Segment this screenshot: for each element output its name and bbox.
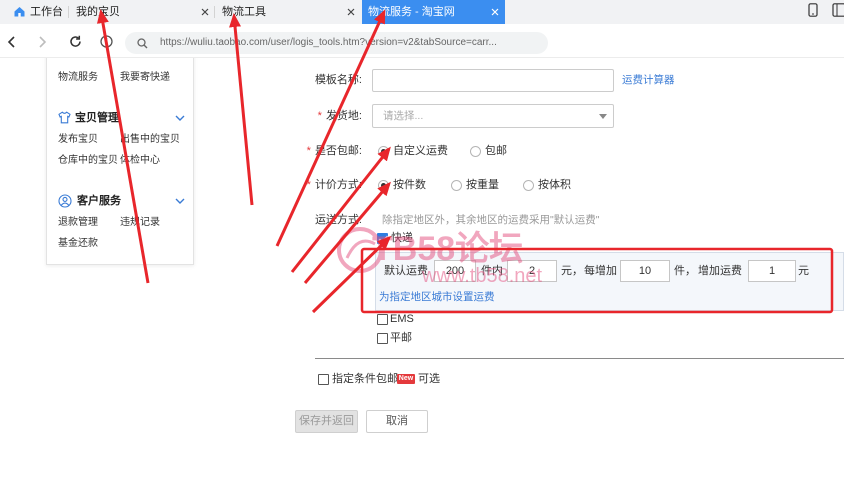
user-circle-icon bbox=[58, 194, 72, 208]
refresh-icon[interactable] bbox=[69, 35, 82, 48]
region-fee-link[interactable]: 为指定地区城市设置运费 bbox=[379, 290, 495, 304]
required-mark: * bbox=[306, 145, 311, 157]
default-fee-panel: 默认运费 件内 元， 每增加 件， 增加运费 元 为指定地区城市设置运费 bbox=[375, 252, 844, 311]
checkbox-conditional-free[interactable] bbox=[318, 374, 329, 385]
checkbox-surface-mail[interactable] bbox=[377, 333, 388, 344]
add-fee-unit: 元 bbox=[798, 265, 809, 277]
radio-label[interactable]: 包邮 bbox=[485, 143, 507, 159]
sidebar-item-on-sale[interactable]: 出售中的宝贝 bbox=[120, 133, 180, 147]
search-icon bbox=[137, 38, 148, 49]
label-text: 模板名称: bbox=[314, 74, 362, 86]
optional-suffix: 可选 bbox=[418, 373, 440, 385]
tab-separator bbox=[214, 6, 215, 18]
delivery-method-label: 运送方式: bbox=[262, 212, 362, 228]
radio-label[interactable]: 按件数 bbox=[393, 177, 426, 193]
address-bar[interactable]: https://wuliu.taobao.com/user/logis_tool… bbox=[125, 32, 548, 54]
tab-label: 物流工具 bbox=[222, 6, 266, 18]
section-divider bbox=[315, 358, 844, 359]
label-text: 发货地: bbox=[325, 110, 362, 122]
tab-workbench[interactable]: 工作台 bbox=[10, 0, 66, 24]
tab-label: 物流服务 - 淘宝网 bbox=[368, 6, 455, 18]
sidebar-item-send-express[interactable]: 我要寄快递 bbox=[120, 71, 170, 85]
radio-label[interactable]: 自定义运费 bbox=[393, 143, 448, 159]
add-qty-unit: 件， bbox=[674, 265, 696, 277]
sidebar-item-fund-repayment[interactable]: 基金还款 bbox=[58, 237, 98, 251]
sidebar-section-items-title[interactable]: 宝贝管理 bbox=[75, 111, 119, 125]
radio-custom-fee[interactable] bbox=[378, 146, 389, 157]
sidebar-item-warehouse[interactable]: 仓库中的宝贝 bbox=[58, 154, 118, 168]
save-and-return-button[interactable]: 保存并返回 bbox=[295, 410, 358, 433]
watermark-logo-swirl bbox=[345, 239, 376, 259]
first-qty-input[interactable] bbox=[434, 260, 476, 282]
sidebar-item-health-check[interactable]: 体检中心 bbox=[120, 154, 160, 168]
template-name-label: 模板名称: bbox=[262, 72, 362, 88]
ship-from-label: * 发货地: bbox=[262, 108, 362, 124]
select-placeholder: 请选择... bbox=[383, 110, 424, 122]
add-fee-input[interactable] bbox=[748, 260, 796, 282]
template-name-input[interactable] bbox=[372, 69, 614, 92]
tab-label: 工作台 bbox=[30, 6, 63, 18]
required-mark: * bbox=[306, 179, 311, 191]
first-fee-unit: 元， bbox=[561, 265, 583, 277]
required-mark: * bbox=[317, 110, 322, 122]
checkbox-express[interactable] bbox=[377, 233, 388, 244]
new-badge: New bbox=[397, 374, 415, 384]
phone-icon[interactable] bbox=[808, 3, 818, 17]
tab-label: 我的宝贝 bbox=[76, 6, 120, 18]
radio-by-volume[interactable] bbox=[523, 180, 534, 191]
tab-my-items[interactable]: 我的宝贝 bbox=[70, 0, 214, 24]
tab-bar: 工作台 我的宝贝 物流工具 物流服务 - 淘宝网 bbox=[0, 0, 844, 24]
first-fee-input[interactable] bbox=[507, 260, 557, 282]
sidebar-icon[interactable] bbox=[832, 3, 844, 17]
add-fee-label: 增加运费 bbox=[698, 265, 742, 277]
close-icon[interactable] bbox=[347, 8, 355, 16]
chevron-down-icon[interactable] bbox=[175, 115, 185, 122]
chevron-down-icon[interactable] bbox=[175, 198, 185, 205]
close-icon[interactable] bbox=[201, 8, 209, 16]
ship-from-select[interactable]: 请选择... bbox=[372, 104, 614, 128]
radio-free-shipping[interactable] bbox=[470, 146, 481, 157]
delivery-hint: 除指定地区外，其余地区的运费采用"默认运费" bbox=[382, 214, 600, 226]
home-icon bbox=[14, 7, 25, 17]
shirt-icon bbox=[58, 111, 71, 124]
url-text[interactable]: https://wuliu.taobao.com/user/logis_tool… bbox=[160, 32, 540, 54]
sidebar-item-logistics-service[interactable]: 物流服务 bbox=[58, 71, 98, 85]
radio-by-weight[interactable] bbox=[451, 180, 462, 191]
first-qty-unit: 件内 bbox=[481, 265, 503, 277]
cancel-button[interactable]: 取消 bbox=[366, 410, 428, 433]
pricing-method-label: * 计价方式: bbox=[262, 177, 362, 193]
default-fee-label: 默认运费 bbox=[384, 265, 428, 277]
sidebar-item-violations[interactable]: 违规记录 bbox=[120, 216, 160, 230]
shipping-calculator-link[interactable]: 运费计算器 bbox=[622, 73, 675, 87]
tab-separator bbox=[68, 6, 69, 18]
site-info-icon[interactable] bbox=[100, 35, 113, 48]
close-icon[interactable] bbox=[491, 8, 499, 16]
label-text: 是否包邮: bbox=[314, 145, 362, 157]
sidebar-section-service-title[interactable]: 客户服务 bbox=[77, 194, 121, 208]
radio-label[interactable]: 按体积 bbox=[538, 177, 571, 193]
sidebar-item-publish[interactable]: 发布宝贝 bbox=[58, 133, 98, 147]
back-icon[interactable] bbox=[7, 36, 16, 48]
add-qty-label: 每增加 bbox=[584, 265, 617, 277]
add-qty-input[interactable] bbox=[620, 260, 670, 282]
checkbox-label[interactable]: 快递 bbox=[391, 230, 413, 246]
label-text: 计价方式: bbox=[314, 179, 362, 191]
checkbox-label[interactable]: EMS bbox=[390, 311, 414, 327]
forward-icon[interactable] bbox=[38, 36, 47, 48]
sidebar-item-refunds[interactable]: 退款管理 bbox=[58, 216, 98, 230]
tab-logistics-service[interactable]: 物流服务 - 淘宝网 bbox=[362, 0, 505, 24]
tab-logistics-tools[interactable]: 物流工具 bbox=[216, 0, 360, 24]
caret-down-icon bbox=[599, 114, 607, 119]
free-shipping-label: * 是否包邮: bbox=[262, 143, 362, 159]
checkbox-label[interactable]: 平邮 bbox=[390, 330, 412, 346]
radio-label[interactable]: 按重量 bbox=[466, 177, 499, 193]
browser-window: 工作台 我的宝贝 物流工具 物流服务 - 淘宝网 https://wuliu.t… bbox=[0, 0, 844, 500]
checkbox-label[interactable]: 指定条件包邮 bbox=[332, 371, 398, 387]
label-text: 运送方式: bbox=[314, 214, 362, 226]
radio-by-piece[interactable] bbox=[378, 180, 389, 191]
checkbox-ems[interactable] bbox=[377, 314, 388, 325]
navigation-toolbar: https://wuliu.taobao.com/user/logis_tool… bbox=[0, 24, 844, 58]
